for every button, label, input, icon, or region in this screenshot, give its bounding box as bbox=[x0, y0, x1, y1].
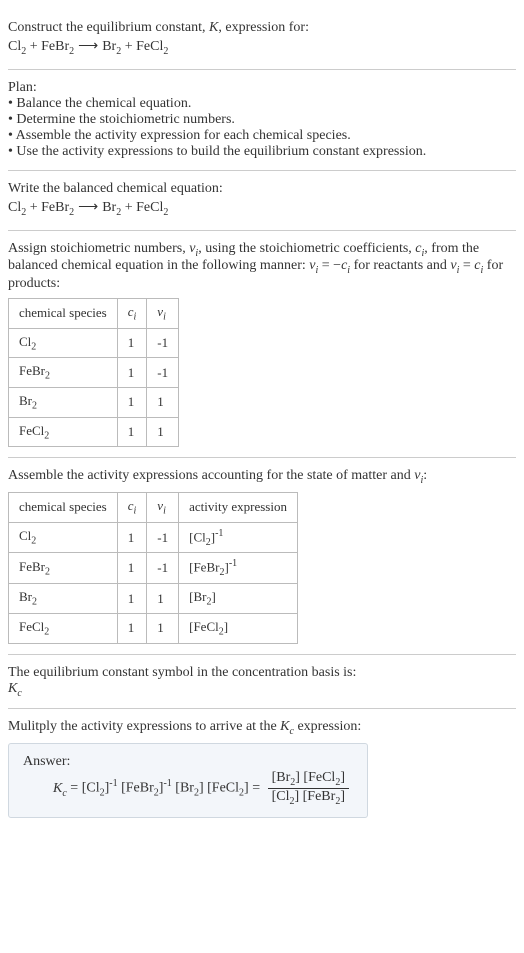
stoich-section: Assign stoichiometric numbers, νi, using… bbox=[8, 231, 516, 459]
kc-symbol-section: The equilibrium constant symbol in the c… bbox=[8, 655, 516, 710]
table-row: Br2 1 1 [Br2] bbox=[9, 584, 298, 614]
kc-symbol-text: The equilibrium constant symbol in the c… bbox=[8, 665, 516, 681]
table-row: chemical species ci νi bbox=[9, 299, 179, 329]
col-header: νi bbox=[147, 299, 179, 329]
table-row: chemical species ci νi activity expressi… bbox=[9, 492, 298, 522]
activity-table: chemical species ci νi activity expressi… bbox=[8, 492, 298, 644]
cell: 1 bbox=[147, 613, 179, 643]
cell: 1 bbox=[117, 553, 147, 584]
cell: FeBr2 bbox=[9, 553, 118, 584]
balanced-heading: Write the balanced chemical equation: bbox=[8, 181, 516, 197]
cell: Cl2 bbox=[9, 522, 118, 553]
cell: [Cl2]-1 bbox=[179, 522, 298, 553]
plan-section: Plan: • Balance the chemical equation. •… bbox=[8, 70, 516, 171]
cell: FeCl2 bbox=[9, 417, 118, 447]
cell: FeCl2 bbox=[9, 613, 118, 643]
cell: -1 bbox=[147, 553, 179, 584]
col-header: ci bbox=[117, 492, 147, 522]
table-row: FeCl2 1 1 bbox=[9, 417, 179, 447]
cell: [FeCl2] bbox=[179, 613, 298, 643]
cell: 1 bbox=[147, 584, 179, 614]
balanced-section: Write the balanced chemical equation: Cl… bbox=[8, 171, 516, 231]
cell: -1 bbox=[147, 522, 179, 553]
final-heading: Mulitply the activity expressions to arr… bbox=[8, 719, 516, 737]
cell: 1 bbox=[117, 358, 147, 388]
intro-equation: Cl2 + FeBr2⟶Br2 + FeCl2 bbox=[8, 38, 516, 57]
cell: -1 bbox=[147, 358, 179, 388]
cell: [Br2] bbox=[179, 584, 298, 614]
cell: [FeBr2]-1 bbox=[179, 553, 298, 584]
cell: Br2 bbox=[9, 584, 118, 614]
cell: 1 bbox=[117, 584, 147, 614]
answer-box: Answer: Kc = [Cl2]-1 [FeBr2]-1 [Br2] [Fe… bbox=[8, 743, 368, 818]
col-header: chemical species bbox=[9, 492, 118, 522]
stoich-text: Assign stoichiometric numbers, νi, using… bbox=[8, 241, 516, 293]
cell: 1 bbox=[117, 522, 147, 553]
plan-bullet: • Balance the chemical equation. bbox=[8, 96, 516, 112]
cell: 1 bbox=[117, 328, 147, 358]
cell: 1 bbox=[147, 387, 179, 417]
table-row: Cl2 1 -1 [Cl2]-1 bbox=[9, 522, 298, 553]
table-row: Br2 1 1 bbox=[9, 387, 179, 417]
cell: Cl2 bbox=[9, 328, 118, 358]
cell: 1 bbox=[117, 613, 147, 643]
cell: 1 bbox=[117, 387, 147, 417]
col-header: activity expression bbox=[179, 492, 298, 522]
cell: -1 bbox=[147, 328, 179, 358]
activity-heading: Assemble the activity expressions accoun… bbox=[8, 468, 516, 486]
cell: Br2 bbox=[9, 387, 118, 417]
cell: 1 bbox=[117, 417, 147, 447]
stoich-table: chemical species ci νi Cl2 1 -1 FeBr2 1 … bbox=[8, 298, 179, 447]
activity-section: Assemble the activity expressions accoun… bbox=[8, 458, 516, 654]
table-row: FeBr2 1 -1 bbox=[9, 358, 179, 388]
col-header: ci bbox=[117, 299, 147, 329]
table-row: FeCl2 1 1 [FeCl2] bbox=[9, 613, 298, 643]
plan-bullet: • Assemble the activity expression for e… bbox=[8, 128, 516, 144]
intro-text: Construct the equilibrium constant, K, e… bbox=[8, 20, 516, 36]
col-header: νi bbox=[147, 492, 179, 522]
table-row: Cl2 1 -1 bbox=[9, 328, 179, 358]
plan-bullet: • Use the activity expressions to build … bbox=[8, 144, 516, 160]
answer-label: Answer: bbox=[23, 754, 353, 770]
cell: FeBr2 bbox=[9, 358, 118, 388]
final-section: Mulitply the activity expressions to arr… bbox=[8, 709, 516, 827]
plan-heading: Plan: bbox=[8, 80, 516, 96]
cell: 1 bbox=[147, 417, 179, 447]
kc-symbol: Kc bbox=[8, 681, 516, 699]
balanced-equation: Cl2 + FeBr2⟶Br2 + FeCl2 bbox=[8, 199, 516, 218]
col-header: chemical species bbox=[9, 299, 118, 329]
answer-expression: Kc = [Cl2]-1 [FeBr2]-1 [Br2] [FeCl2] = [… bbox=[23, 770, 353, 807]
plan-bullet: • Determine the stoichiometric numbers. bbox=[8, 112, 516, 128]
table-row: FeBr2 1 -1 [FeBr2]-1 bbox=[9, 553, 298, 584]
intro-section: Construct the equilibrium constant, K, e… bbox=[8, 8, 516, 70]
